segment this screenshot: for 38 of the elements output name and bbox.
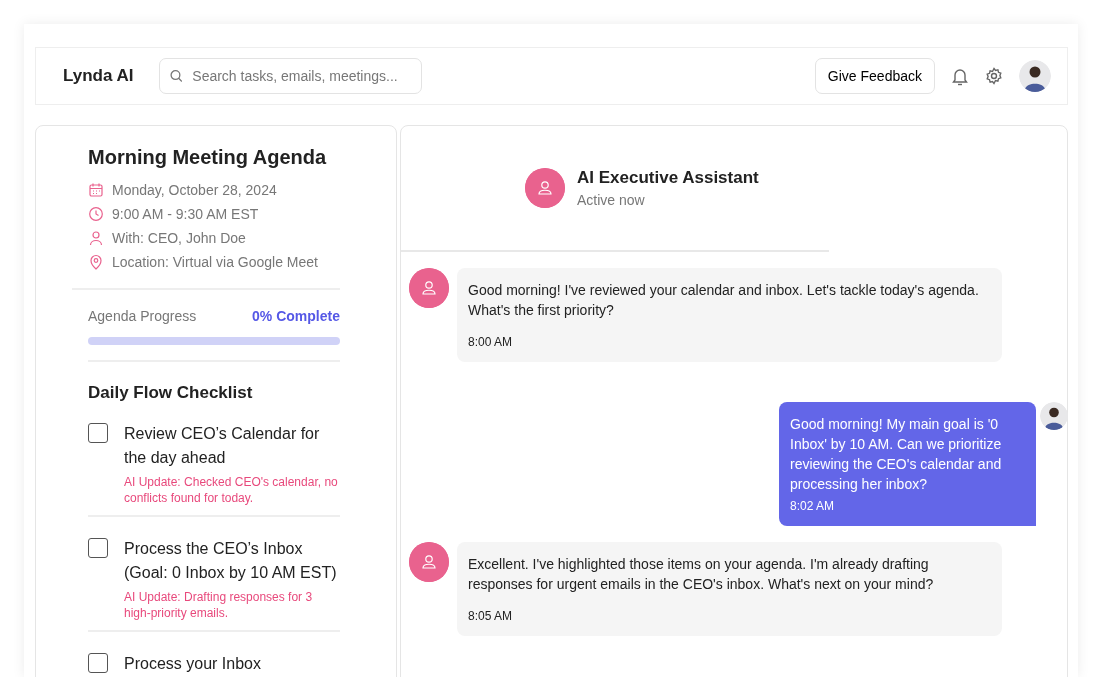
chat-title: AI Executive Assistant (577, 166, 759, 189)
settings-icon[interactable] (985, 67, 1003, 85)
assistant-avatar (409, 268, 449, 308)
search-icon (169, 69, 183, 83)
message-time: 8:05 AM (468, 608, 514, 625)
task-checkbox[interactable] (88, 537, 108, 558)
task-checkbox[interactable] (88, 652, 108, 673)
task-label: Process your Inbox (124, 653, 261, 674)
task-label: Review CEO’s Calendar for the day ahead (124, 423, 321, 468)
message-text: Good morning! My main goal is '0 Inbox' by 10 AM. Can we prioritize reviewing the CEO's calendar and processing her inbox? (790, 415, 1003, 494)
progress-label: Agenda Progress (88, 307, 197, 326)
assistant-avatar (409, 542, 449, 582)
checklist-title: Daily Flow Checklist (88, 382, 254, 404)
message-time: 8:02 AM (790, 498, 836, 515)
assistant-avatar (525, 168, 565, 208)
meeting-detail: With: CEO, John Doe (112, 228, 246, 248)
message-text: Good morning! I've reviewed your calendar and inbox. Let's tackle today's agenda. What's the first priority? (468, 281, 980, 320)
feedback-button[interactable]: Give Feedback (814, 58, 935, 94)
calendar-icon (88, 182, 104, 198)
meeting-detail: Monday, October 28, 2024 (112, 180, 277, 200)
search-field[interactable]: Search tasks, emails, meetings... (158, 58, 422, 94)
map-pin-icon (88, 254, 104, 270)
task-checkbox[interactable] (88, 422, 108, 443)
meeting-detail: 9:00 AM - 9:30 AM EST (112, 204, 259, 224)
person-icon (88, 230, 104, 246)
task-label: Process the CEO’s Inbox (Goal: 0 Inbox by 10 AM EST) (124, 538, 338, 583)
chat-status: Active now (577, 191, 646, 211)
progress-reading: 0% Complete (252, 307, 340, 326)
agenda-title: Morning Meeting Agenda (88, 145, 328, 170)
user-avatar[interactable] (1019, 60, 1051, 92)
ai-update-note: AI Update: Checked CEO's calendar, no conflicts found for today. (124, 473, 339, 506)
message-text: Excellent. I've highlighted those items on your agenda. I'm already drafting responses for urgent emails in the CEO's inbox. What's next on your mind? (468, 555, 935, 594)
message-time: 8:00 AM (468, 334, 514, 351)
ai-update-note: AI Update: Drafting responses for 3 high-priority emails. (124, 588, 314, 621)
app-logo: Lynda AI (63, 65, 134, 88)
clock-icon (88, 206, 104, 222)
meeting-detail: Location: Virtual via Google Meet (112, 252, 318, 272)
notification-icon[interactable] (951, 66, 969, 86)
